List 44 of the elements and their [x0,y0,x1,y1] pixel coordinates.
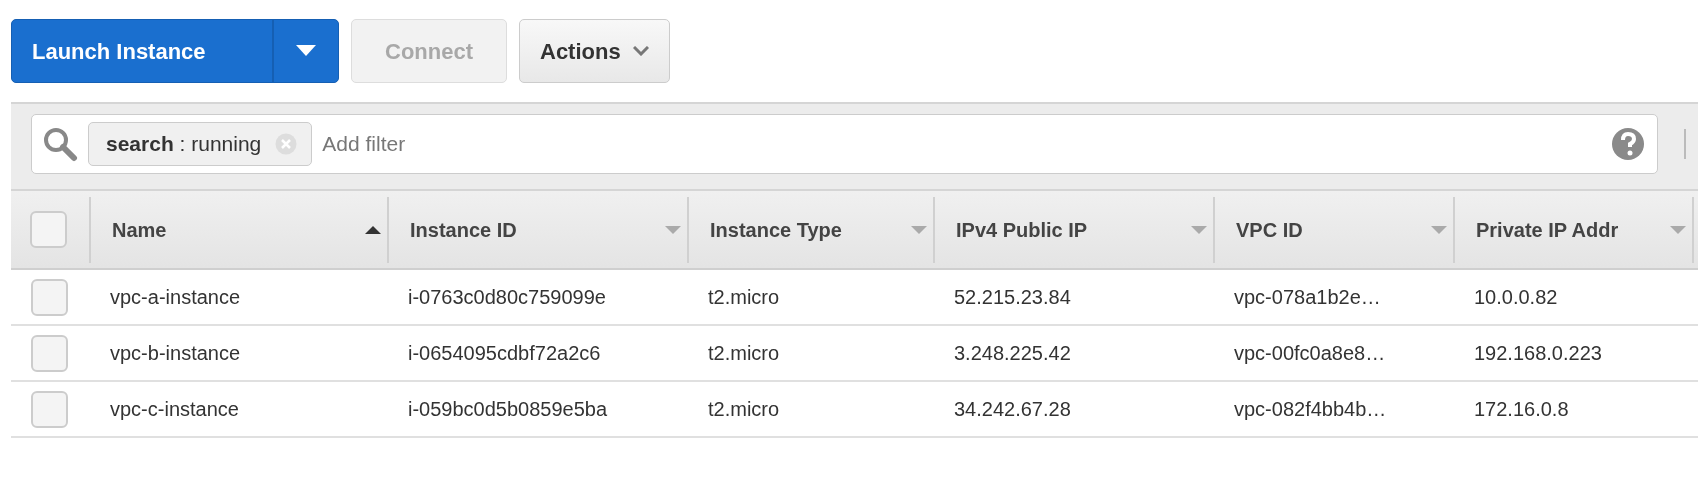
checkbox[interactable] [30,211,67,248]
search-icon [42,126,78,162]
checkbox[interactable] [31,334,68,372]
table-cell: 192.168.0.223 [1474,342,1602,364]
table-cell: t2.micro [708,286,780,308]
column-header[interactable]: VPC ID [1213,196,1453,263]
search-field[interactable]: search : running Add filter [31,114,1658,174]
column-header[interactable]: Instance ID [387,196,687,263]
checkbox[interactable] [31,278,68,316]
table-cell: 34.242.67.28 [954,398,1071,420]
filter-chip[interactable]: search : running [88,122,313,166]
table-cell: i-0654095cdbf72a2c6 [408,342,601,364]
help-icon[interactable] [1611,127,1645,161]
table-cell: i-059bc0d5b0859e5ba [408,398,608,420]
sort-icon[interactable] [665,224,681,235]
sort-icon[interactable] [1431,224,1447,235]
table-cell: i-0763c0d80c759099e [408,286,606,308]
table-cell: 3.248.225.42 [954,342,1071,364]
table-cell: vpc-082f4bb4b… [1234,398,1387,420]
sort-ascending-icon[interactable] [365,224,381,235]
table-cell: t2.micro [708,398,780,420]
sort-icon[interactable] [1670,224,1686,235]
column-header[interactable]: IPv4 Public IP [933,196,1213,263]
column-header[interactable]: Instance Type [687,196,933,263]
sort-icon[interactable] [1191,224,1207,235]
launch-button[interactable]: Launch Instance [11,19,339,83]
column-header[interactable]: Name [89,196,387,263]
close-icon[interactable] [275,133,298,155]
filter-input: Add filter [322,128,1601,160]
caret-icon [296,45,316,57]
table-cell: 172.16.0.8 [1474,398,1569,420]
table-cell: 52.215.23.84 [954,286,1071,308]
column-header[interactable]: Private IP Addr [1453,196,1692,263]
table-cell: t2.micro [708,342,780,364]
chevron-down-icon [632,46,649,56]
table-cell: vpc-c-instance [110,398,239,420]
table-cell: vpc-b-instance [110,342,241,364]
sort-icon[interactable] [911,224,927,235]
table-cell: vpc-a-instance [110,286,241,308]
actions-button[interactable]: Actions [519,19,670,83]
table-cell: 10.0.0.82 [1474,286,1558,308]
checkbox[interactable] [31,390,68,428]
table-cell: vpc-00fc0a8e8… [1234,342,1386,364]
table-cell: vpc-078a1b2e… [1234,286,1381,308]
